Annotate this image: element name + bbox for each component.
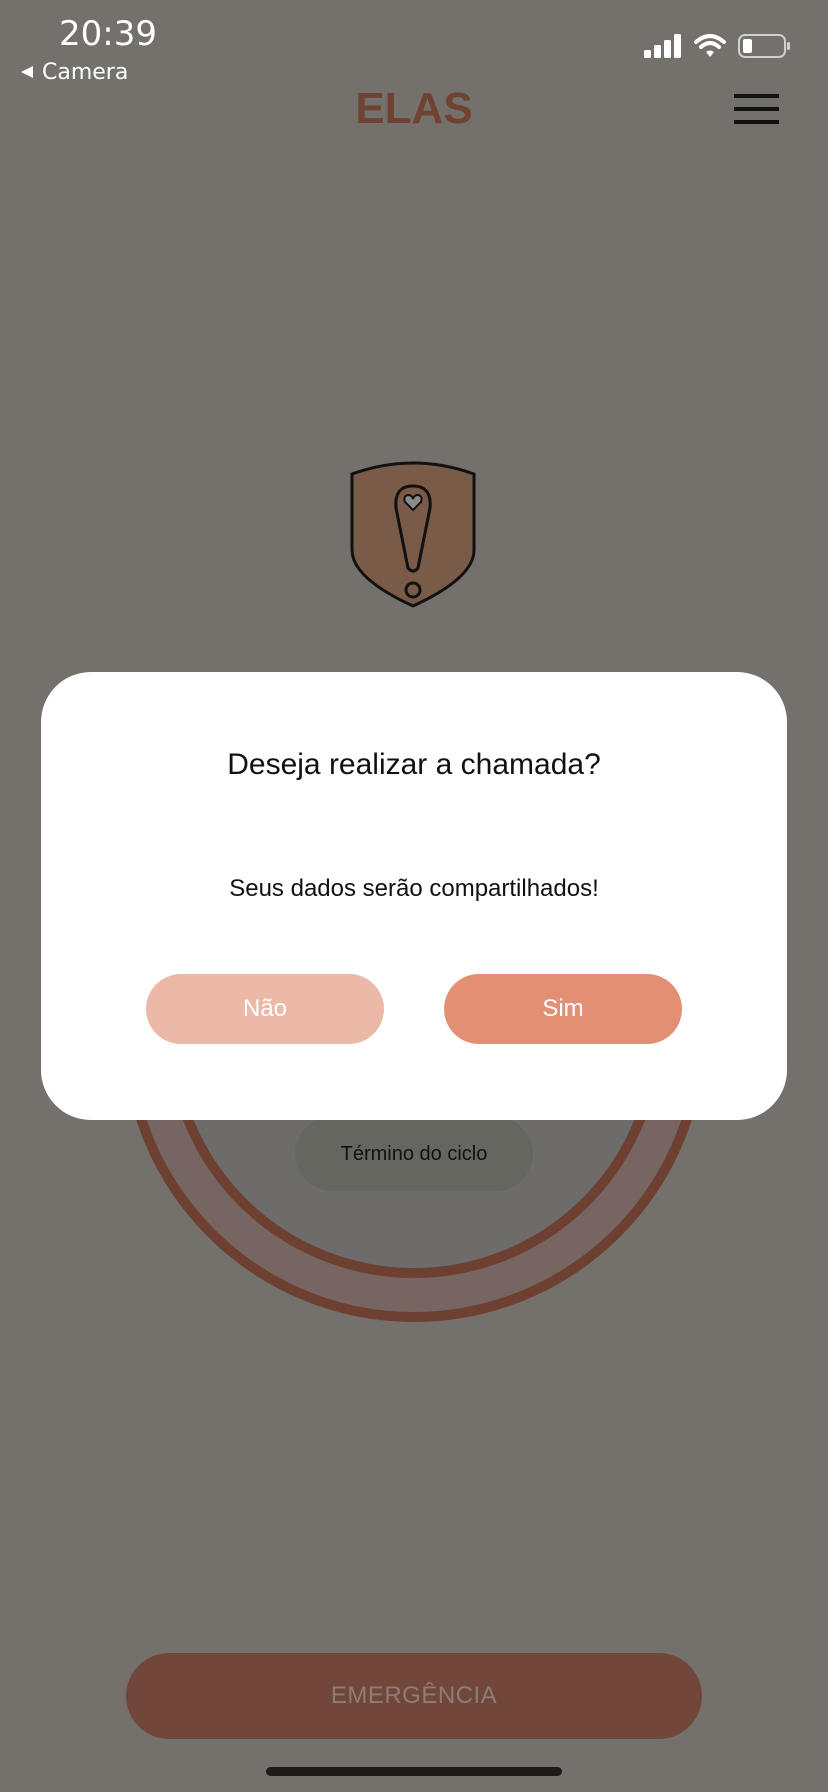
app-title: ELAS — [355, 84, 473, 133]
signal-icon — [644, 34, 682, 63]
status-icons — [644, 34, 792, 63]
cycle-end-button[interactable]: Término do ciclo — [295, 1117, 533, 1191]
status-time: 20:39 — [59, 14, 157, 54]
battery-icon — [738, 34, 792, 63]
confirm-call-dialog: Deseja realizar a chamada? Seus dados se… — [41, 672, 787, 1120]
dialog-message: Seus dados serão compartilhados! — [229, 875, 599, 902]
hamburger-menu-icon[interactable] — [732, 90, 782, 130]
home-indicator — [266, 1767, 562, 1776]
back-arrow-icon — [20, 60, 34, 85]
wifi-icon — [694, 34, 726, 63]
emergency-button[interactable]: EMERGÊNCIA — [126, 1653, 702, 1739]
dialog-title: Deseja realizar a chamada? — [227, 748, 601, 781]
status-bar: 20:39 Camera — [0, 0, 828, 90]
yes-button[interactable]: Sim — [444, 974, 682, 1044]
no-button[interactable]: Não — [146, 974, 384, 1044]
shield-alert-icon — [348, 460, 478, 610]
back-to-camera-link[interactable]: Camera — [20, 60, 128, 85]
back-label: Camera — [42, 60, 129, 85]
